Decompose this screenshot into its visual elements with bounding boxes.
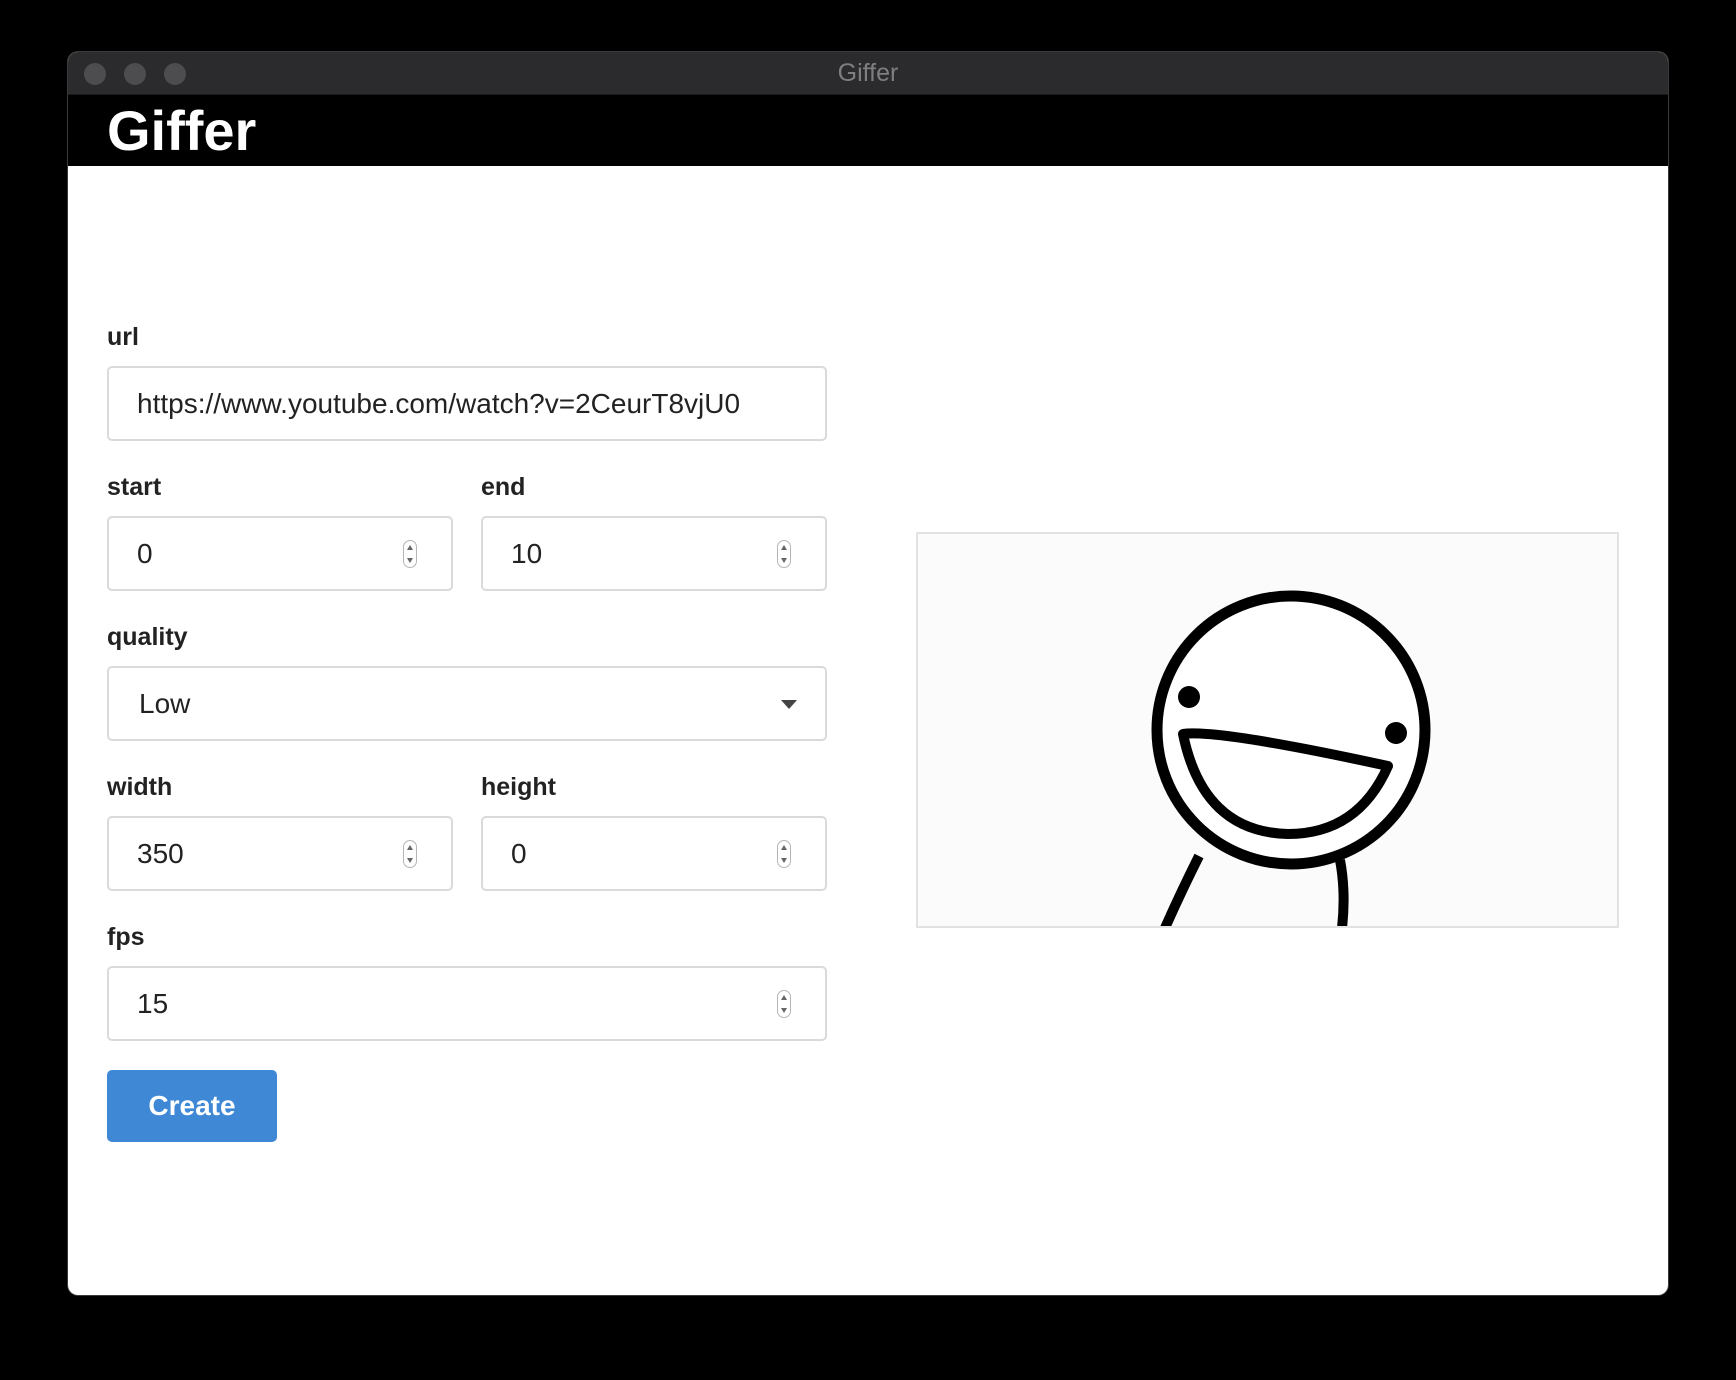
end-input[interactable]: 10 [481, 516, 827, 591]
url-input-value: https://www.youtube.com/watch?v=2CeurT8v… [137, 388, 741, 419]
gif-preview [916, 532, 1619, 928]
end-input-value: 10 [511, 538, 543, 569]
number-stepper-icon[interactable] [403, 540, 417, 568]
start-label: start [107, 473, 162, 501]
page-title: Giffer [107, 99, 257, 162]
start-input-value: 0 [137, 538, 153, 569]
number-stepper-icon[interactable] [403, 840, 417, 868]
gif-preview-image [918, 534, 1617, 926]
number-stepper-icon[interactable] [777, 840, 791, 868]
window-title: Giffer [837, 59, 899, 87]
url-input[interactable]: https://www.youtube.com/watch?v=2CeurT8v… [107, 366, 827, 441]
app-window: Giffer Giffer url https://www.youtube.co… [68, 52, 1668, 1295]
fps-label: fps [107, 923, 145, 951]
width-label: width [107, 773, 173, 801]
caret-down-icon [781, 700, 797, 709]
width-input-value: 350 [137, 838, 184, 869]
number-stepper-icon[interactable] [777, 540, 791, 568]
height-label: height [481, 773, 556, 801]
fps-input[interactable]: 15 [107, 966, 827, 1041]
create-button[interactable]: Create [107, 1070, 277, 1142]
window-titlebar[interactable]: Giffer [68, 52, 1668, 95]
height-input[interactable]: 0 [481, 816, 827, 891]
height-input-value: 0 [511, 838, 527, 869]
fps-input-value: 15 [137, 988, 169, 1019]
url-label: url [107, 323, 139, 351]
quality-select[interactable]: Low [107, 666, 827, 741]
app-header: Giffer [68, 95, 1668, 166]
width-input[interactable]: 350 [107, 816, 453, 891]
end-label: end [481, 473, 526, 501]
start-input[interactable]: 0 [107, 516, 453, 591]
number-stepper-icon[interactable] [777, 990, 791, 1018]
quality-selected-value: Low [139, 688, 191, 719]
quality-label: quality [107, 623, 188, 651]
